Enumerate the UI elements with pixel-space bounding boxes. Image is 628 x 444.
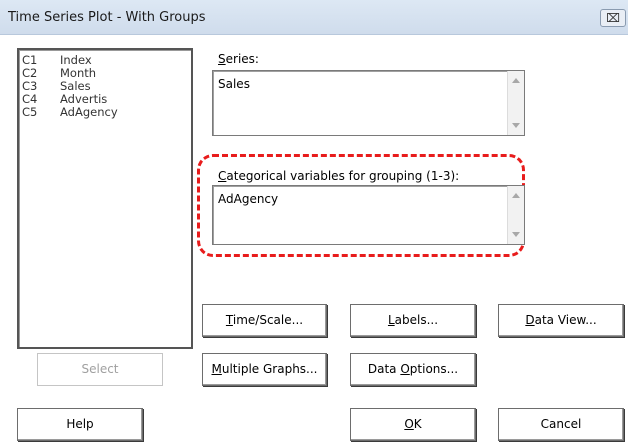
data-view-button[interactable]: Data View... [498,304,624,337]
series-value: Sales [218,77,250,91]
scroll-up-icon[interactable] [512,193,520,198]
scroll-up-icon[interactable] [512,78,520,83]
column-id: C4 [22,92,38,106]
column-id: C5 [22,105,38,119]
time-scale-button[interactable]: Time/Scale... [202,304,327,337]
column-name: Month [60,66,97,80]
grouping-scrollbar[interactable] [507,186,524,244]
scroll-down-icon[interactable] [512,123,520,128]
column-id: C2 [22,66,38,80]
labels-button[interactable]: Labels... [350,304,476,337]
series-scrollbar[interactable] [507,71,524,135]
column-name: Index [60,53,92,67]
column-name: Advertis [60,92,108,106]
series-label: Series: [218,52,259,66]
variable-list[interactable]: C1 Index C2 Month C3 Sales C4 Advertis C… [17,48,193,349]
dialog-body: C1 Index C2 Month C3 Sales C4 Advertis C… [0,35,628,444]
grouping-value: AdAgency [218,192,279,206]
close-button[interactable]: ⌧ [600,9,626,27]
title-bar: Time Series Plot - With Groups ⌧ [0,0,628,35]
column-name: AdAgency [60,105,118,119]
window-title: Time Series Plot - With Groups [8,10,206,25]
cancel-button[interactable]: Cancel [498,408,624,441]
scroll-down-icon[interactable] [512,232,520,237]
grouping-input[interactable]: AdAgency [212,185,525,245]
close-icon: ⌧ [606,11,620,25]
column-id: C1 [22,53,38,67]
data-options-button[interactable]: Data Options... [350,353,476,386]
multiple-graphs-button[interactable]: Multiple Graphs... [202,353,327,386]
series-input[interactable]: Sales [212,70,525,136]
select-button[interactable]: Select [37,353,163,386]
column-id: C3 [22,79,38,93]
column-name: Sales [60,79,91,93]
grouping-label: Categorical variables for grouping (1-3)… [218,169,460,183]
help-button[interactable]: Help [17,408,143,441]
ok-button[interactable]: OK [350,408,476,441]
